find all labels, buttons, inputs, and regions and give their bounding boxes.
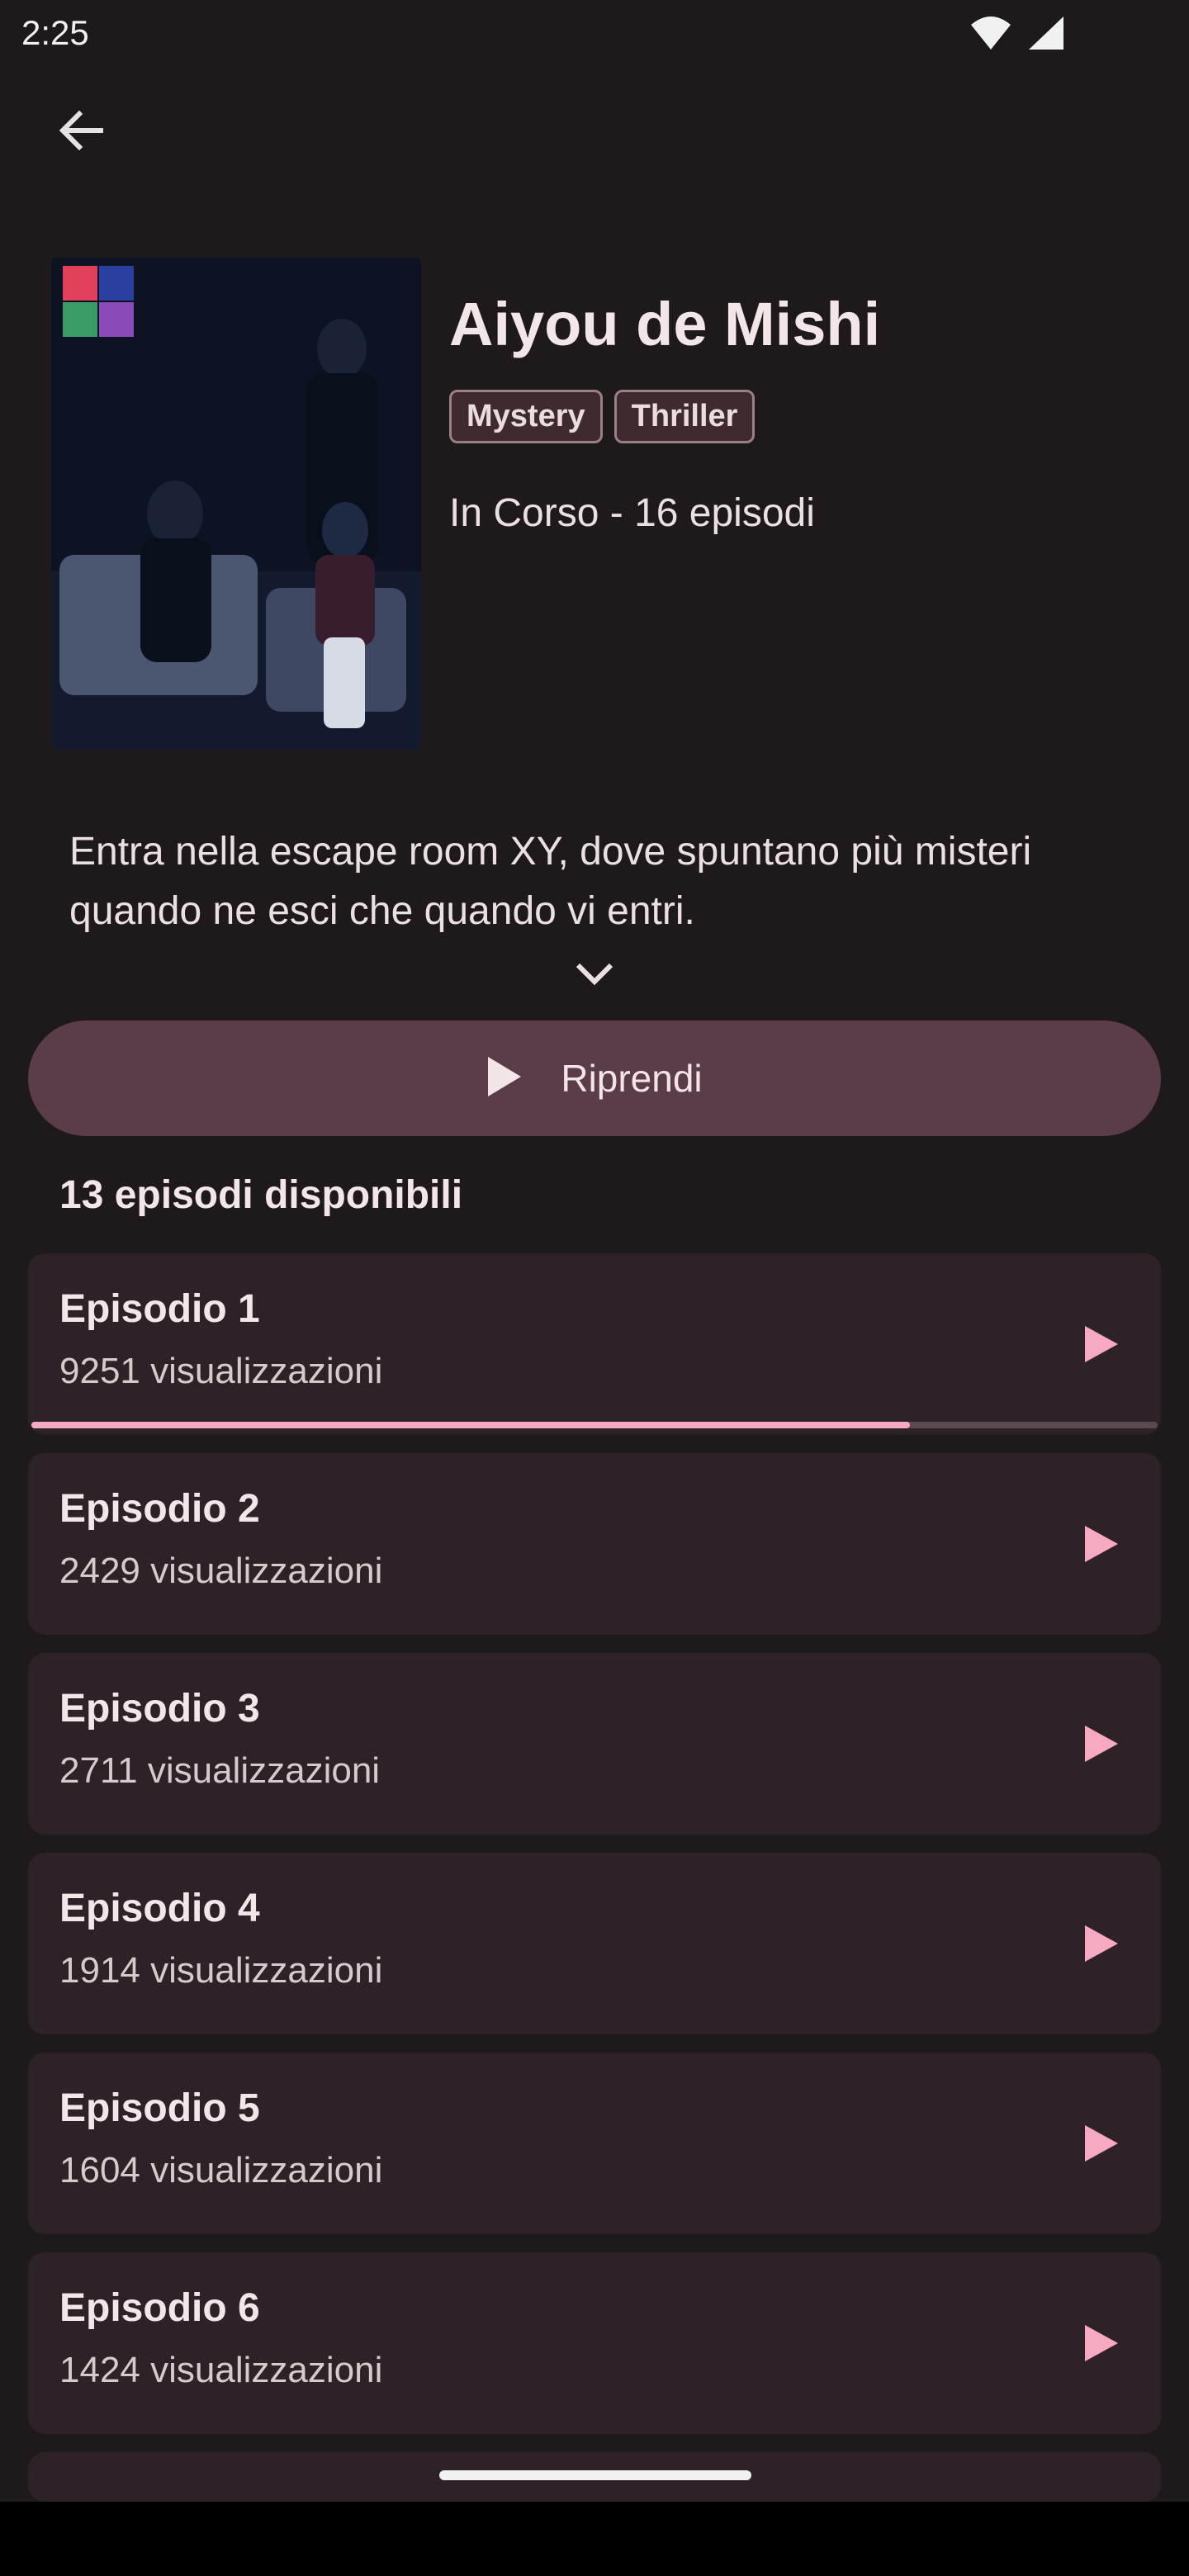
status-time: 2:25 xyxy=(21,13,89,52)
episode-progress-fill xyxy=(31,1422,910,1428)
show-description: Entra nella escape room XY, dove spuntan… xyxy=(69,830,1032,933)
episode-views: 1914 visualizzazioni xyxy=(59,1950,383,1991)
status-bar: 2:25 xyxy=(0,0,1189,73)
resume-label: Riprendi xyxy=(561,1057,703,1100)
play-icon[interactable] xyxy=(1077,1920,1123,1967)
episodes-count-title: 13 episodi disponibili xyxy=(59,1173,463,1217)
episode-card[interactable]: Episodio 3 2711 visualizzazioni xyxy=(28,1653,1161,1835)
episode-views: 2429 visualizzazioni xyxy=(59,1551,383,1591)
play-icon[interactable] xyxy=(1077,2120,1123,2166)
play-icon[interactable] xyxy=(1077,2320,1123,2366)
signal-icon xyxy=(1026,15,1065,55)
episode-card[interactable]: Episodio 1 9251 visualizzazioni xyxy=(28,1253,1161,1435)
genre-chip[interactable]: Thriller xyxy=(613,390,756,443)
genre-chip[interactable]: Mystery xyxy=(449,390,603,443)
navigation-bar xyxy=(0,2502,1189,2576)
status-icons xyxy=(969,15,1065,55)
episode-card[interactable]: Episodio 4 1914 visualizzazioni xyxy=(28,1853,1161,2034)
expand-description-button[interactable] xyxy=(570,958,619,994)
show-title: Aiyou de Mishi xyxy=(449,290,881,358)
chevron-down-icon xyxy=(575,962,614,991)
episode-card[interactable]: Episodio 6 1424 visualizzazioni xyxy=(28,2252,1161,2434)
episode-views: 1424 visualizzazioni xyxy=(59,2350,383,2390)
play-icon[interactable] xyxy=(1077,1321,1123,1367)
show-status: In Corso - 16 episodi xyxy=(449,491,815,535)
play-icon xyxy=(486,1055,523,1102)
episode-title: Episodio 1 xyxy=(59,1287,260,1331)
resume-button[interactable]: Riprendi xyxy=(28,1020,1161,1136)
episode-title: Episodio 5 xyxy=(59,2086,260,2130)
episode-title: Episodio 4 xyxy=(59,1887,260,1930)
episode-title: Episodio 3 xyxy=(59,1687,260,1731)
wifi-icon xyxy=(969,15,1012,55)
play-icon[interactable] xyxy=(1077,1521,1123,1567)
cover-image xyxy=(51,258,421,750)
episode-card[interactable]: Episodio 5 1604 visualizzazioni xyxy=(28,2053,1161,2234)
back-button[interactable] xyxy=(41,92,121,172)
episode-views: 1604 visualizzazioni xyxy=(59,2150,383,2190)
episode-title: Episodio 2 xyxy=(59,1487,260,1531)
genre-chips: Mystery Thriller xyxy=(449,390,756,443)
episode-views: 9251 visualizzazioni xyxy=(59,1351,383,1391)
episode-progress-bar xyxy=(31,1422,1158,1428)
home-gesture-handle[interactable] xyxy=(439,2470,751,2480)
arrow-left-icon xyxy=(54,104,107,161)
episode-card[interactable]: Episodio 2 2429 visualizzazioni xyxy=(28,1453,1161,1635)
episode-views: 2711 visualizzazioni xyxy=(59,1750,381,1791)
play-icon[interactable] xyxy=(1077,1721,1123,1767)
episode-title: Episodio 6 xyxy=(59,2286,260,2330)
